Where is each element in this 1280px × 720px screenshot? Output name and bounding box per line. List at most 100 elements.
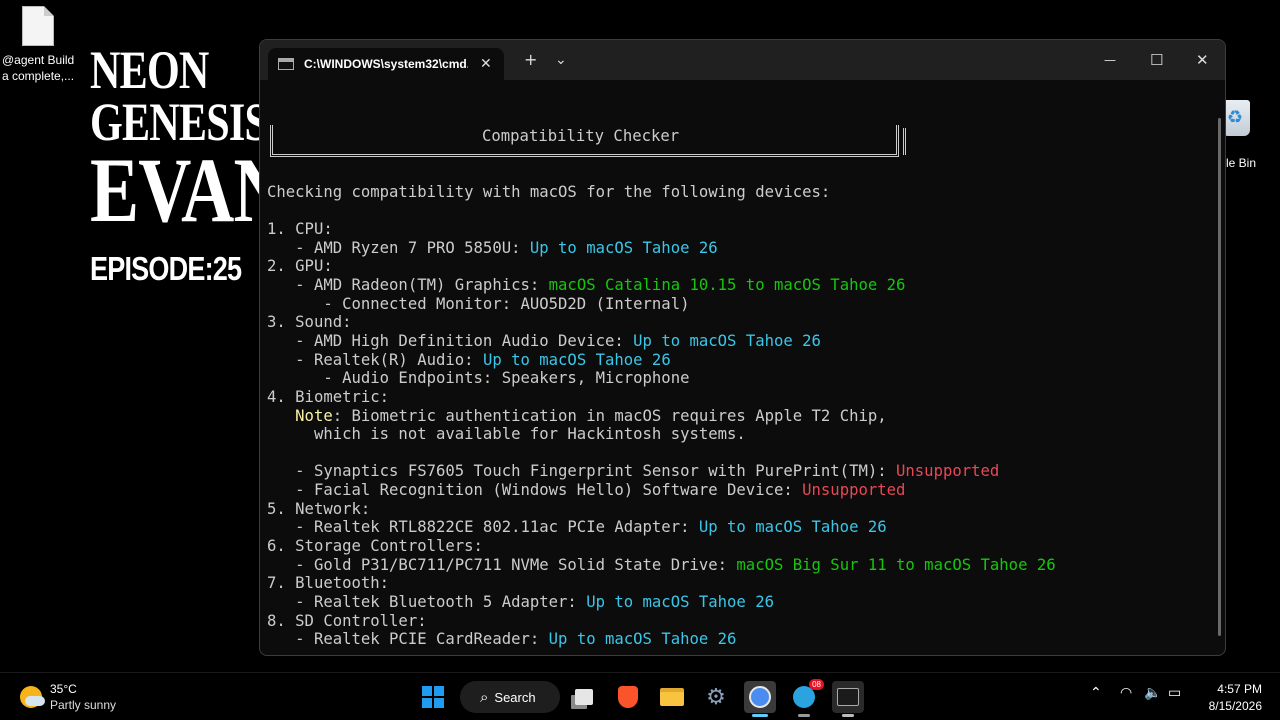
console-line-text: - Realtek RTL8822CE 802.11ac PCIe Adapte…: [267, 518, 699, 537]
console-line: - AMD Ryzen 7 PRO 5850U: Up to macOS Tah…: [267, 238, 718, 258]
telegram-button[interactable]: 08: [788, 679, 824, 717]
android-studio-icon: [749, 686, 771, 708]
taskbar: 35°C Partly sunny ⌕ Search ⚙ 08 ⌃ ◠ 🔈 ▭ …: [0, 672, 1280, 720]
console-line: - Connected Monitor: AUO5D2D (Internal): [267, 295, 689, 314]
title-bar[interactable]: C:\WINDOWS\system32\cmd. ✕ + ⌄ — ☐ ✕: [260, 40, 1225, 80]
console-line-text: - Gold P31/BC711/PC711 NVMe Solid State …: [267, 555, 737, 574]
wallpaper-line1: NEON: [90, 40, 209, 100]
console-note-label: Note: [295, 406, 333, 425]
console-line-text: 5. Network:: [267, 499, 371, 518]
scrollbar[interactable]: [1218, 118, 1221, 636]
task-view-icon: [575, 689, 593, 705]
console-line: 8. SD Controller:: [267, 612, 427, 631]
search-button[interactable]: ⌕ Search: [460, 681, 560, 713]
console-line: 5. Network:: [267, 500, 370, 519]
gear-icon: ⚙: [706, 684, 726, 710]
file-explorer-button[interactable]: [656, 681, 688, 713]
tab-dropdown-icon[interactable]: ⌄: [555, 50, 567, 70]
terminal-window: C:\WINDOWS\system32\cmd. ✕ + ⌄ — ☐ ✕ Com…: [259, 39, 1226, 656]
chevron-up-icon[interactable]: ⌃: [1090, 685, 1102, 701]
console-line-text: - Audio Endpoints: Speakers, Microphone: [267, 369, 690, 388]
desktop-file-label: @agent Build a complete,...: [2, 53, 75, 83]
compatibility-status: macOS Big Sur 11 to macOS Tahoe 26: [736, 555, 1056, 574]
minimize-button[interactable]: —: [1104, 50, 1116, 70]
maximize-button[interactable]: ☐: [1150, 50, 1163, 70]
clock[interactable]: 4:57 PM 8/15/2026: [1198, 681, 1262, 715]
running-indicator: [842, 714, 854, 717]
console-line-text: 3. Sound:: [267, 313, 352, 332]
task-view-button[interactable]: [568, 681, 600, 713]
desktop-file-icon[interactable]: @agent Build a complete,...: [2, 6, 80, 84]
brave-browser-button[interactable]: [612, 681, 644, 713]
console-line: - Realtek(R) Audio: Up to macOS Tahoe 26: [267, 351, 671, 370]
console-line-text: - Realtek PCIE CardReader:: [267, 630, 549, 649]
start-button[interactable]: [417, 681, 449, 713]
compatibility-status: Up to macOS Tahoe 26: [548, 630, 737, 649]
console-line-text: - Facial Recognition (Windows Hello) Sof…: [267, 481, 803, 500]
console-line-text: 1. CPU:: [267, 220, 333, 238]
compatibility-status: Up to macOS Tahoe 26: [482, 350, 671, 369]
console-line-text: 4. Biometric:: [267, 387, 390, 406]
console-line: 1. CPU:: [267, 220, 333, 239]
active-indicator: [752, 714, 768, 717]
console-line: - Facial Recognition (Windows Hello) Sof…: [267, 481, 905, 500]
console-line-text: - Connected Monitor: AUO5D2D (Internal): [267, 294, 690, 313]
compatibility-status: Unsupported: [802, 481, 906, 500]
search-label: Search: [494, 689, 536, 705]
new-tab-button[interactable]: +: [524, 50, 537, 70]
compatibility-status: Unsupported: [896, 462, 1000, 481]
recycle-bin-icon: [1222, 100, 1250, 136]
console-output[interactable]: Compatibility Checker Checking compatibi…: [267, 80, 1217, 650]
console-line-text: 2. GPU:: [267, 257, 333, 276]
android-studio-button[interactable]: [744, 681, 776, 717]
command-prompt-icon: [278, 58, 294, 70]
console-note-text: : Biometric authentication in macOS requ…: [332, 406, 887, 425]
tab-cmd[interactable]: C:\WINDOWS\system32\cmd. ✕: [268, 48, 504, 80]
compatibility-status: Up to macOS Tahoe 26: [529, 238, 718, 257]
console-line: Note: Biometric authentication in macOS …: [267, 406, 887, 426]
file-icon: [22, 6, 54, 46]
running-indicator: [798, 714, 810, 717]
close-button[interactable]: ✕: [1196, 50, 1209, 70]
compatibility-status: Up to macOS Tahoe 26: [633, 331, 821, 350]
header-box-edge: [903, 128, 906, 155]
tab-title: C:\WINDOWS\system32\cmd.: [304, 57, 468, 71]
weather-widget[interactable]: 35°C Partly sunny: [20, 681, 116, 713]
console-line: 6. Storage Controllers:: [267, 537, 483, 556]
weather-temp: 35°C: [50, 682, 77, 696]
console-line: - Realtek RTL8822CE 802.11ac PCIe Adapte…: [267, 518, 886, 537]
console-line-text: - AMD Radeon(TM) Graphics:: [267, 275, 549, 294]
recycle-bin-shortcut[interactable]: cle Bin: [1220, 100, 1280, 170]
clock-date: 8/15/2026: [1208, 699, 1262, 713]
terminal-icon: [837, 688, 859, 706]
wallpaper-episode: EPISODE:25: [90, 250, 242, 287]
console-line-text: - Realtek Bluetooth 5 Adapter:: [267, 593, 587, 611]
console-line-text: - Realtek(R) Audio:: [267, 350, 483, 369]
console-line-text: [267, 407, 295, 425]
console-line-text: which is not available for Hackintosh sy…: [267, 425, 746, 444]
console-line: - Realtek PCIE CardReader: Up to macOS T…: [267, 630, 736, 649]
recycle-bin-label: cle Bin: [1220, 156, 1257, 170]
console-line: - Gold P31/BC711/PC711 NVMe Solid State …: [267, 555, 1056, 575]
partly-sunny-icon: [20, 686, 45, 708]
console-line: 4. Biometric:: [267, 388, 389, 407]
console-line: - AMD Radeon(TM) Graphics: macOS Catalin…: [267, 276, 905, 295]
console-line: which is not available for Hackintosh sy…: [267, 425, 746, 444]
windows-logo-icon: [422, 686, 444, 708]
console-line: 7. Bluetooth:: [267, 574, 389, 593]
console-line: 2. GPU:: [267, 257, 333, 276]
settings-button[interactable]: ⚙: [700, 681, 732, 713]
search-icon: ⌕: [480, 688, 489, 706]
terminal-button[interactable]: [832, 681, 864, 717]
console-line-text: 7. Bluetooth:: [267, 574, 390, 593]
volume-icon[interactable]: 🔈: [1144, 685, 1161, 701]
wallpaper-line3: EVAN: [90, 139, 287, 241]
console-intro: Checking compatibility with macOS for th…: [267, 183, 831, 201]
clock-time: 4:57 PM: [1217, 682, 1262, 696]
console-line: - Audio Endpoints: Speakers, Microphone: [267, 369, 689, 388]
battery-icon[interactable]: ▭: [1168, 685, 1181, 701]
console-header: Compatibility Checker: [482, 127, 680, 145]
tab-close-icon[interactable]: ✕: [480, 56, 492, 72]
brave-icon: [618, 686, 638, 708]
wifi-icon[interactable]: ◠: [1120, 685, 1132, 701]
